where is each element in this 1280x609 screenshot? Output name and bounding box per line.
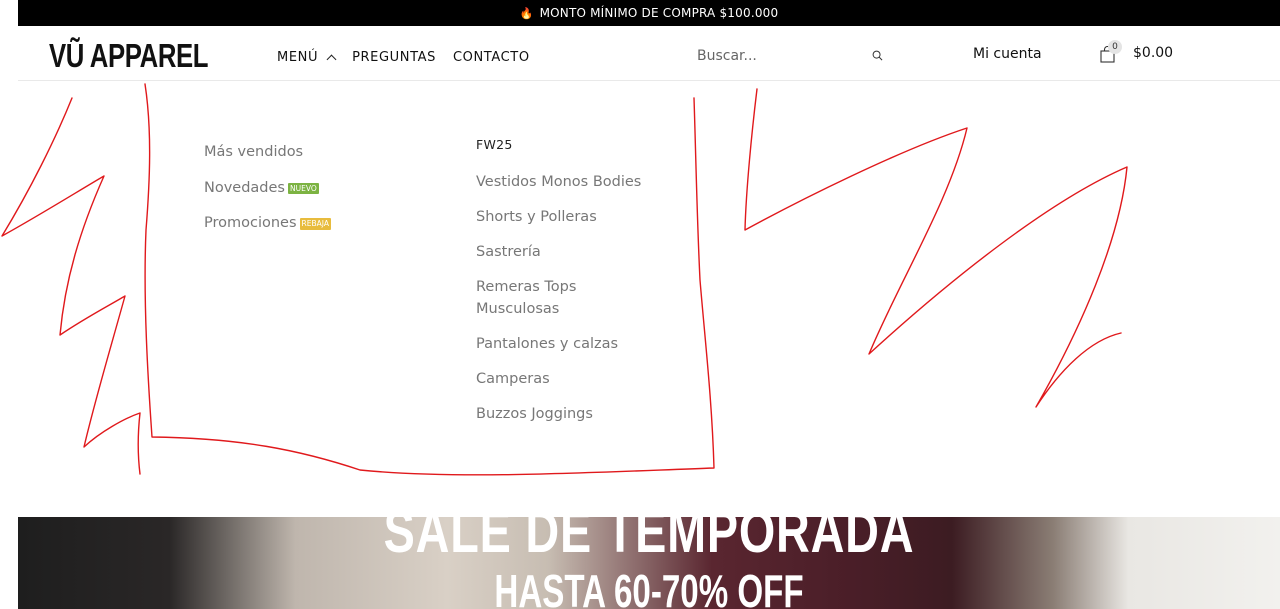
menu-link-mas-vendidos[interactable]: Más vendidos xyxy=(204,144,331,180)
menu-link-sastreria[interactable]: Sastrería xyxy=(476,241,656,263)
menu-link-label: Promociones xyxy=(204,215,297,231)
search-icon[interactable] xyxy=(872,50,883,61)
fire-icon: 🔥 xyxy=(519,6,534,20)
search-bar xyxy=(697,43,885,69)
chevron-up-icon xyxy=(326,54,337,65)
search-input[interactable] xyxy=(697,48,857,64)
menu-link-camperas[interactable]: Camperas xyxy=(476,368,656,390)
menu-column-heading[interactable]: FW25 xyxy=(476,137,656,152)
announcement-bar: 🔥 MONTO MÍNIMO DE COMPRA $100.000 xyxy=(18,0,1280,26)
mega-menu-column-fw25: FW25 Vestidos Monos Bodies Shorts y Poll… xyxy=(476,137,656,438)
menu-link-novedades[interactable]: Novedades NUEVO xyxy=(204,180,331,216)
nav-menu-label: MENÚ xyxy=(277,50,319,65)
mega-menu-column-featured: Más vendidos Novedades NUEVO Promociones… xyxy=(204,144,331,251)
cart-icon: 0 xyxy=(1100,40,1122,63)
cart-count-badge: 0 xyxy=(1108,40,1122,54)
hero-title: SALE DE TEMPORADA xyxy=(383,517,915,565)
menu-link-remeras[interactable]: Remeras Tops Musculosas xyxy=(476,276,586,320)
announcement-text: MONTO MÍNIMO DE COMPRA $100.000 xyxy=(539,6,779,20)
menu-link-buzzos[interactable]: Buzzos Joggings xyxy=(476,403,656,425)
menu-link-promociones[interactable]: Promociones REBAJA xyxy=(204,215,331,251)
menu-link-label: Más vendidos xyxy=(204,144,304,160)
new-badge: NUEVO xyxy=(288,182,319,194)
mega-menu: Más vendidos Novedades NUEVO Promociones… xyxy=(0,81,1280,517)
menu-link-vestidos[interactable]: Vestidos Monos Bodies xyxy=(476,171,656,193)
sale-badge: REBAJA xyxy=(299,218,331,230)
menu-link-label: Novedades xyxy=(204,179,285,196)
menu-link-shorts[interactable]: Shorts y Polleras xyxy=(476,206,656,228)
site-header: VŨ APPAREL MENÚ PREGUNTAS CONTACTO Mi cu… xyxy=(18,26,1280,81)
cart-total: $0.00 xyxy=(1133,45,1174,61)
cart-button[interactable]: 0 $0.00 xyxy=(1100,40,1174,63)
logo[interactable]: VŨ APPAREL xyxy=(49,39,209,72)
nav-menu[interactable]: MENÚ xyxy=(277,50,337,65)
nav-preguntas[interactable]: PREGUNTAS xyxy=(352,50,436,65)
hero-banner[interactable]: SALE DE TEMPORADA HASTA 60-70% OFF xyxy=(18,517,1280,609)
hero-subtitle: HASTA 60-70% OFF xyxy=(494,565,804,609)
main-nav: MENÚ PREGUNTAS CONTACTO xyxy=(277,50,530,65)
account-link[interactable]: Mi cuenta xyxy=(973,46,1042,62)
nav-contacto[interactable]: CONTACTO xyxy=(453,50,530,65)
menu-link-pantalones[interactable]: Pantalones y calzas xyxy=(476,333,656,355)
